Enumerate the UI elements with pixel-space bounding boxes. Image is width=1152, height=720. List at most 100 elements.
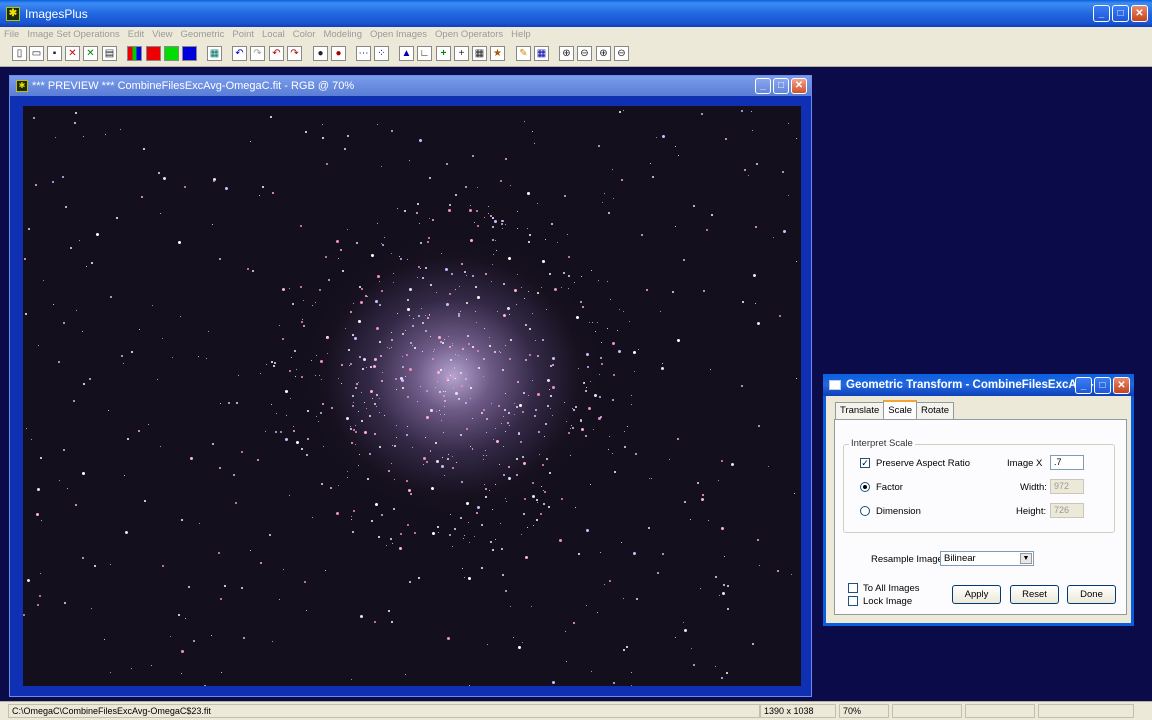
menu-open-operators[interactable]: Open Operators bbox=[435, 29, 503, 40]
resample-select[interactable]: Bilinear ▼ bbox=[940, 551, 1034, 566]
image-x-input[interactable]: .7 bbox=[1050, 455, 1084, 470]
status-panel-2 bbox=[965, 704, 1035, 718]
status-panel-1 bbox=[892, 704, 962, 718]
print-icon[interactable]: ▤ bbox=[102, 46, 117, 61]
menu-view[interactable]: View bbox=[152, 29, 172, 40]
interpret-scale-label: Interpret Scale bbox=[849, 438, 915, 449]
menu-modeling[interactable]: Modeling bbox=[323, 29, 362, 40]
tab-scale[interactable]: Scale bbox=[883, 400, 918, 419]
restore-icon[interactable]: ● bbox=[331, 46, 346, 61]
image-preview-window: ✱ *** PREVIEW *** CombineFilesExcAvg-Ome… bbox=[9, 75, 812, 697]
menu-open-images[interactable]: Open Images bbox=[370, 29, 427, 40]
dialog-title-bar: Geometric Transform - CombineFilesExcAvg… bbox=[823, 374, 1134, 396]
dots-icon[interactable]: ⋯ bbox=[356, 46, 371, 61]
dialog-window-icon bbox=[829, 380, 841, 390]
app-title: ImagesPlus bbox=[25, 6, 88, 21]
lock-image-label: Lock Image bbox=[863, 596, 913, 607]
grid-icon[interactable]: ▦ bbox=[207, 46, 222, 61]
menu-local[interactable]: Local bbox=[262, 29, 285, 40]
dialog-maximize-button[interactable]: □ bbox=[1094, 377, 1111, 394]
menu-file[interactable]: File bbox=[4, 29, 19, 40]
new-file-icon[interactable]: ▯ bbox=[12, 46, 27, 61]
save-icon[interactable]: ▪ bbox=[47, 46, 62, 61]
menu-color[interactable]: Color bbox=[293, 29, 316, 40]
image-minimize-button[interactable]: _ bbox=[755, 78, 771, 94]
histogram-icon[interactable]: ▲ bbox=[399, 46, 414, 61]
dialog-close-button[interactable]: ✕ bbox=[1113, 377, 1130, 394]
undo-all-icon[interactable]: ↶ bbox=[269, 46, 284, 61]
blue-channel-icon[interactable] bbox=[182, 46, 197, 61]
redo-all-icon[interactable]: ↷ bbox=[287, 46, 302, 61]
dialog-minimize-button[interactable]: _ bbox=[1075, 377, 1092, 394]
dimension-radio[interactable] bbox=[860, 506, 870, 516]
image-window-title: *** PREVIEW *** CombineFilesExcAvg-Omega… bbox=[32, 80, 355, 92]
image-maximize-button[interactable]: □ bbox=[773, 78, 789, 94]
status-bar: C:\OmegaC\CombineFilesExcAvg-OmegaC$23.f… bbox=[0, 701, 1152, 720]
cursor-cross-icon[interactable]: + bbox=[454, 46, 469, 61]
factor-label: Factor bbox=[876, 482, 903, 493]
zoom-in-icon[interactable]: ⊕ bbox=[559, 46, 574, 61]
pencil-icon[interactable]: ✎ bbox=[516, 46, 531, 61]
zoom-out-icon[interactable]: ⊖ bbox=[577, 46, 592, 61]
preserve-aspect-label: Preserve Aspect Ratio bbox=[876, 458, 970, 469]
menu-bar: File Image Set Operations Edit View Geom… bbox=[0, 27, 1152, 41]
chevron-down-icon[interactable]: ▼ bbox=[1020, 553, 1032, 564]
menu-image-set-operations[interactable]: Image Set Operations bbox=[27, 29, 119, 40]
preserve-aspect-checkbox[interactable]: ✓ bbox=[860, 458, 870, 468]
height-label: Height: bbox=[1016, 506, 1047, 517]
tab-rotate[interactable]: Rotate bbox=[916, 402, 955, 419]
undo-icon[interactable]: ↶ bbox=[232, 46, 247, 61]
width-field[interactable]: 972 bbox=[1050, 479, 1084, 494]
geometric-transform-dialog: Geometric Transform - CombineFilesExcAvg… bbox=[823, 374, 1134, 626]
app-title-bar: ✱ ImagesPlus _ □ ✕ bbox=[0, 0, 1152, 27]
to-all-images-checkbox[interactable] bbox=[848, 583, 858, 593]
close-all-icon[interactable]: ✕ bbox=[83, 46, 98, 61]
minimize-button[interactable]: _ bbox=[1093, 5, 1110, 22]
rgb-channels-icon[interactable] bbox=[127, 46, 142, 61]
green-channel-icon[interactable] bbox=[164, 46, 179, 61]
red-channel-icon[interactable] bbox=[146, 46, 161, 61]
zoom-actual-icon[interactable]: ⊖ bbox=[614, 46, 629, 61]
status-path: C:\OmegaC\CombineFilesExcAvg-OmegaC$23.f… bbox=[8, 704, 760, 718]
table-icon[interactable]: ▦ bbox=[534, 46, 549, 61]
close-image-icon[interactable]: ✕ bbox=[65, 46, 80, 61]
toolbar: ▯ ▭ ▪ ✕ ✕ ▤ ▦ ↶ ↷ ↶ ↷ ● ● ⋯ ⁘ ▲ ∟ + + ▦ … bbox=[0, 41, 1152, 67]
open-folder-icon[interactable]: ▭ bbox=[29, 46, 44, 61]
factor-radio[interactable] bbox=[860, 482, 870, 492]
dimension-label: Dimension bbox=[876, 506, 921, 517]
redo-icon[interactable]: ↷ bbox=[250, 46, 265, 61]
status-zoom: 70% bbox=[839, 704, 889, 718]
height-field[interactable]: 726 bbox=[1050, 503, 1084, 518]
tab-translate[interactable]: Translate bbox=[835, 402, 885, 419]
image-window-title-bar: ✱ *** PREVIEW *** CombineFilesExcAvg-Ome… bbox=[10, 76, 811, 96]
lock-image-checkbox[interactable] bbox=[848, 596, 858, 606]
done-button[interactable]: Done bbox=[1067, 585, 1116, 604]
menu-point[interactable]: Point bbox=[232, 29, 254, 40]
dialog-title: Geometric Transform - CombineFilesExcAvg… bbox=[846, 379, 1104, 391]
image-x-label: Image X bbox=[1007, 458, 1043, 469]
close-button[interactable]: ✕ bbox=[1131, 5, 1148, 22]
resample-label: Resample Image: bbox=[871, 554, 946, 565]
status-dimensions: 1390 x 1038 bbox=[760, 704, 836, 718]
menu-edit[interactable]: Edit bbox=[128, 29, 144, 40]
resample-value: Bilinear bbox=[944, 553, 976, 564]
scatter-icon[interactable]: ⁘ bbox=[374, 46, 389, 61]
menu-geometric[interactable]: Geometric bbox=[181, 29, 225, 40]
zoom-fit-icon[interactable]: ⊕ bbox=[596, 46, 611, 61]
image-window-icon: ✱ bbox=[16, 80, 28, 92]
to-all-images-label: To All Images bbox=[863, 583, 920, 594]
menu-help[interactable]: Help bbox=[511, 29, 531, 40]
snapshot-icon[interactable]: ● bbox=[313, 46, 328, 61]
apply-button[interactable]: Apply bbox=[952, 585, 1001, 604]
star-icon[interactable]: ★ bbox=[490, 46, 505, 61]
star-cluster-image[interactable] bbox=[23, 106, 801, 686]
axes-icon[interactable]: ∟ bbox=[417, 46, 432, 61]
maximize-button[interactable]: □ bbox=[1112, 5, 1129, 22]
scale-panel: Interpret Scale ✓ Preserve Aspect Ratio … bbox=[834, 419, 1127, 615]
dialog-tabs: Translate Scale Rotate bbox=[835, 400, 955, 419]
calculator-icon[interactable]: ▦ bbox=[472, 46, 487, 61]
crosshair-icon[interactable]: + bbox=[436, 46, 451, 61]
width-label: Width: bbox=[1020, 482, 1047, 493]
image-close-button[interactable]: ✕ bbox=[791, 78, 807, 94]
reset-button[interactable]: Reset bbox=[1010, 585, 1059, 604]
